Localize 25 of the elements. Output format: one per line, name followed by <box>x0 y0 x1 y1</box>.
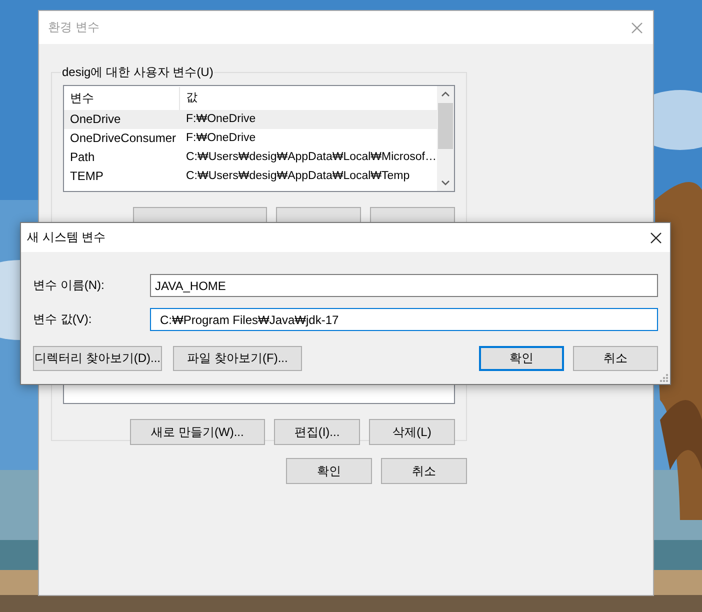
close-icon[interactable] <box>650 232 662 244</box>
button[interactable]: 삭제(L) <box>369 419 455 445</box>
window-title: 새 시스템 변수 <box>27 229 106 246</box>
list-row[interactable]: Path C:₩Users₩desig₩AppData₩Local₩Microsof… <box>64 148 437 167</box>
field-label: 변수 이름(N): <box>33 277 106 294</box>
button[interactable]: 취소 <box>381 458 467 484</box>
field-label: 변수 값(V): <box>33 311 93 328</box>
button[interactable]: 디렉터리 찾아보기(D)... <box>33 346 162 371</box>
button[interactable]: 확인 <box>479 346 564 371</box>
scrollbar[interactable] <box>437 86 454 191</box>
group-label: desig에 대한 사용자 변수(U) <box>61 64 214 81</box>
window-title: 환경 변수 <box>48 19 100 36</box>
button[interactable]: 취소 <box>573 346 658 371</box>
button[interactable]: 편집(I)... <box>274 419 360 445</box>
scroll-thumb[interactable] <box>438 103 453 149</box>
list-row[interactable]: OneDrive F:₩OneDrive <box>64 110 437 129</box>
button[interactable]: 확인 <box>286 458 372 484</box>
button[interactable]: 파일 찾아보기(F)... <box>173 346 302 371</box>
input-field[interactable]: JAVA_HOME <box>150 274 658 297</box>
resize-grip-icon[interactable] <box>659 373 668 382</box>
input-field[interactable]: C:₩Program Files₩Java₩jdk-17 <box>150 308 658 331</box>
list-row[interactable]: OneDriveConsumer F:₩OneDrive <box>64 129 437 148</box>
column-header[interactable]: 값 <box>180 87 437 110</box>
button[interactable]: 새로 만들기(W)... <box>130 419 265 445</box>
list-row[interactable]: TEMP C:₩Users₩desig₩AppData₩Local₩Temp <box>64 167 437 186</box>
